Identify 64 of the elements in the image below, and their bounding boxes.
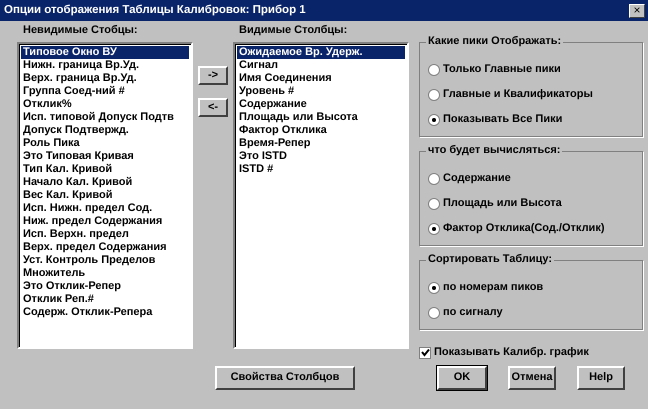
list-item[interactable]: Множитель xyxy=(21,267,189,280)
window-title: Опции отображения Таблицы Калибровок: Прибор 1 xyxy=(4,4,306,18)
list-item[interactable]: Имя Соединения xyxy=(237,72,405,85)
option-label[interactable]: Площадь или Высота xyxy=(443,196,562,210)
list-item[interactable]: Отклик% xyxy=(21,98,189,111)
list-item[interactable]: Содержание xyxy=(237,98,405,111)
group-title: что будет вычисляться: xyxy=(426,144,562,158)
radio-button[interactable] xyxy=(428,172,440,184)
option-label[interactable]: по сигналу xyxy=(443,306,503,320)
radio-button[interactable] xyxy=(428,64,440,76)
option-label[interactable]: Фактор Отклика(Сод./Отклик) xyxy=(443,222,604,236)
list-item[interactable]: Нижн. граница Вр.Уд. xyxy=(21,59,189,72)
move-button[interactable]: <- xyxy=(198,98,228,117)
column-list[interactable]: Ожидаемое Вр. Удерж. Сигнал Имя Соединения Уровень # Содержание Площадь или Высота Фактор Отклика Время-Репер Это ISTD ISTD # xyxy=(233,42,409,349)
close-button[interactable]: × xyxy=(629,4,645,18)
option-label[interactable]: Только Главные пики xyxy=(443,62,561,76)
list-item[interactable]: Допуск Подтвержд. xyxy=(21,124,189,137)
checkbox-label[interactable]: Показывать Калибр. график xyxy=(434,346,589,360)
list-item[interactable]: Уст. Контроль Пределов xyxy=(21,254,189,267)
radio-button[interactable] xyxy=(428,222,440,234)
list-item[interactable]: Ожидаемое Вр. Удерж. xyxy=(237,46,405,59)
list-item[interactable]: Содерж. Отклик-Репера xyxy=(21,306,189,319)
list-item[interactable]: Типовое Окно ВУ xyxy=(21,46,189,59)
list-item[interactable]: Вес Кал. Кривой xyxy=(21,189,189,202)
dialog-button[interactable]: Отмена xyxy=(508,366,556,390)
list-item[interactable]: Фактор Отклика xyxy=(237,124,405,137)
list-item[interactable]: Начало Кал. Кривой xyxy=(21,176,189,189)
list-item[interactable]: Время-Репер xyxy=(237,137,405,150)
list-item[interactable]: Исп. типовой Допуск Подтв xyxy=(21,111,189,124)
option-label[interactable]: Содержание xyxy=(443,172,511,186)
column-list[interactable] xyxy=(17,42,193,349)
list-item[interactable]: Это ISTD xyxy=(237,150,405,163)
list-item[interactable]: Роль Пика xyxy=(21,137,189,150)
list-item[interactable]: Уровень # xyxy=(237,85,405,98)
move-button[interactable]: -> xyxy=(198,66,228,85)
list-item[interactable]: Сигнал xyxy=(237,59,405,72)
list-item[interactable]: Верх. предел Содержания xyxy=(21,241,189,254)
dialog-button[interactable]: Help xyxy=(577,366,625,390)
list-item[interactable]: Это Отклик-Репер xyxy=(21,280,189,293)
list-item[interactable]: Отклик Реп.# xyxy=(21,293,189,306)
option-label[interactable]: Главные и Квалификаторы xyxy=(443,88,593,102)
group-title: Какие пики Отображать: xyxy=(426,35,564,48)
list-item[interactable]: Площадь или Высота xyxy=(237,111,405,124)
list-item[interactable]: ISTD # xyxy=(237,163,405,176)
list-item[interactable]: Верх. граница Вр.Уд. xyxy=(21,72,189,85)
group-title: Сортировать Таблицу: xyxy=(426,253,554,266)
list-label: Невидимые Стобцы: xyxy=(22,24,139,38)
checkbox[interactable] xyxy=(419,346,431,359)
option-label[interactable]: Показывать Все Пики xyxy=(443,112,562,126)
radio-button[interactable] xyxy=(428,88,440,100)
list-label: Видимые Столбцы: xyxy=(238,24,348,38)
option-label[interactable]: по номерам пиков xyxy=(443,280,544,294)
list-item[interactable]: Тип Кал. Кривой xyxy=(21,163,189,176)
dialog-button[interactable]: Свойства Столбцов xyxy=(215,366,355,390)
radio-button[interactable] xyxy=(428,282,440,294)
list-item[interactable]: Исп. Верхн. предел xyxy=(21,228,189,241)
list-item[interactable]: Это Типовая Кривая xyxy=(21,150,189,163)
list-item[interactable]: Группа Соед-ний # xyxy=(21,85,189,98)
list-item[interactable]: Исп. Нижн. предел Сод. xyxy=(21,202,189,215)
radio-button[interactable] xyxy=(428,114,440,126)
radio-button[interactable] xyxy=(428,306,440,318)
list-item[interactable]: Ниж. предел Содержания xyxy=(21,215,189,228)
dialog-button[interactable]: OK xyxy=(437,366,487,390)
radio-button[interactable] xyxy=(428,198,440,210)
